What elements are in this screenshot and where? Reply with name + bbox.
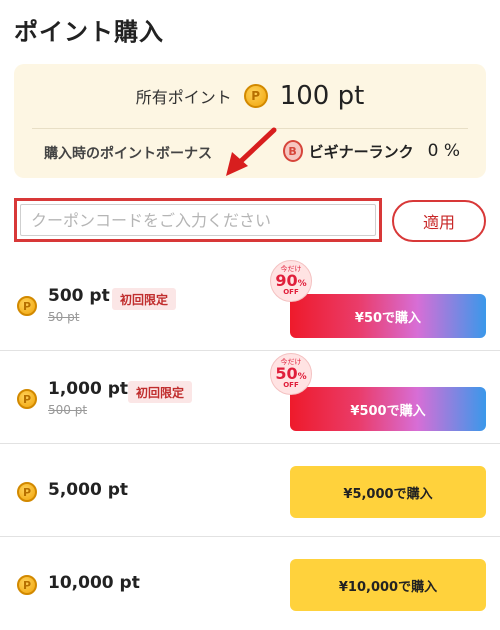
balance-value: 100 pt <box>279 81 365 111</box>
annotation-arrow-icon <box>226 127 277 176</box>
rank-percent: 0 % <box>427 141 460 161</box>
buy-button-5000[interactable]: ¥5,000で購入 <box>290 466 486 518</box>
discount-badge: 今だけ 90% OFF <box>270 260 312 302</box>
balance-label: 所有ポイント <box>135 88 232 107</box>
rank-name: ビギナーランク <box>308 142 414 161</box>
plan-row-10000: P 10,000 pt ¥10,000で購入 <box>0 537 500 630</box>
coin-icon: P <box>243 84 268 108</box>
bonus-label: 購入時のポイントボーナス <box>44 146 212 162</box>
apply-coupon-button[interactable]: 適用 <box>392 200 486 242</box>
balance-row: 所有ポイント P 100 pt <box>14 78 486 114</box>
coin-icon: P <box>17 296 37 316</box>
plan-amount: 10,000 pt <box>48 573 140 593</box>
coin-icon: P <box>17 575 37 595</box>
rank-info: B ビギナーランク 0 % <box>282 140 460 162</box>
coupon-code-input[interactable] <box>20 204 376 236</box>
coupon-row: 適用 <box>14 198 486 244</box>
plan-row-5000: P 5,000 pt ¥5,000で購入 <box>0 444 500 537</box>
first-time-badge: 初回限定 <box>112 288 177 310</box>
plan-original-amount: 50 pt <box>48 310 80 324</box>
discount-off-label: OFF <box>283 288 299 296</box>
plan-list: P 500 pt 50 pt 初回限定 ¥50で購入 今だけ 90% OFF P… <box>0 258 500 630</box>
plan-row-1000: P 1,000 pt 500 pt 初回限定 ¥500で購入 今だけ 50% O… <box>0 351 500 444</box>
discount-badge: 今だけ 50% OFF <box>270 353 312 395</box>
plan-row-500: P 500 pt 50 pt 初回限定 ¥50で購入 今だけ 90% OFF <box>0 258 500 351</box>
buy-button-500[interactable]: ¥50で購入 <box>290 294 486 338</box>
buy-button-10000[interactable]: ¥10,000で購入 <box>290 559 486 611</box>
coin-icon: P <box>17 389 37 409</box>
coupon-highlight-frame <box>14 198 382 242</box>
rank-b-icon: B <box>282 140 303 162</box>
plan-original-amount: 500 pt <box>48 403 88 417</box>
coin-icon: P <box>17 482 37 502</box>
first-time-badge: 初回限定 <box>128 381 193 403</box>
plan-amount: 5,000 pt <box>48 480 128 500</box>
plan-amount: 1,000 pt <box>48 379 128 399</box>
discount-off-label: OFF <box>283 381 299 389</box>
buy-button-1000[interactable]: ¥500で購入 <box>290 387 486 431</box>
plan-amount: 500 pt <box>48 286 110 306</box>
page-title: ポイント購入 <box>14 18 164 46</box>
